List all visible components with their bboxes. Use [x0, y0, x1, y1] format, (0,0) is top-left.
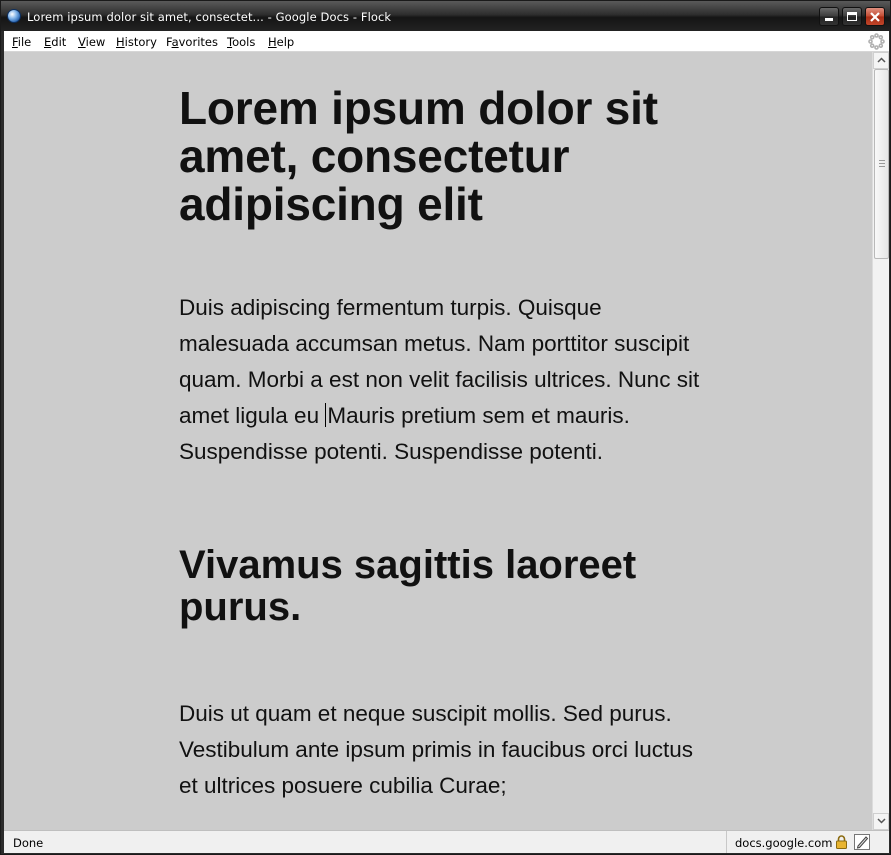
document-paragraph-2[interactable]: Duis ut quam et neque suscipit mollis. S…	[179, 696, 709, 804]
menu-history-accel: H	[116, 35, 125, 49]
menu-favorites-label: vorites	[178, 35, 218, 49]
menu-view-label: iew	[85, 35, 106, 49]
menu-file[interactable]: File	[12, 35, 31, 49]
maximize-button[interactable]	[842, 7, 862, 26]
document-heading-2[interactable]: Vivamus sagittis laoreet purus.	[179, 544, 709, 628]
close-button[interactable]	[865, 7, 885, 26]
vertical-scrollbar[interactable]	[872, 52, 889, 830]
menu-view[interactable]: View	[78, 35, 105, 49]
document-paragraph-1[interactable]: Duis adipiscing fermentum turpis. Quisqu…	[179, 290, 709, 470]
menu-help-label: elp	[276, 35, 295, 49]
document-content-area[interactable]: Lorem ipsum dolor sit amet, consectetur …	[4, 52, 872, 830]
lock-icon[interactable]	[835, 835, 848, 849]
edit-page-icon[interactable]	[853, 833, 871, 851]
menu-favorites-accel: a	[171, 35, 179, 49]
grip-icon	[879, 160, 885, 168]
throbber-icon	[868, 33, 885, 50]
menu-history[interactable]: History	[116, 35, 157, 49]
maximize-icon	[847, 12, 857, 21]
menu-tools[interactable]: Tools	[227, 35, 255, 49]
window-title: Lorem ipsum dolor sit amet, consectet...…	[27, 10, 392, 24]
minimize-button[interactable]	[819, 7, 839, 26]
document-heading-1[interactable]: Lorem ipsum dolor sit amet, consectetur …	[179, 84, 709, 228]
menu-favorites[interactable]: Favorites	[166, 35, 218, 49]
flock-globe-icon	[7, 9, 21, 23]
menu-history-label: istory	[124, 35, 157, 49]
menu-bar: File Edit View History Favorites Tools H…	[4, 31, 889, 52]
menu-tools-label: ools	[232, 35, 256, 49]
menu-view-accel: V	[78, 35, 86, 49]
chevron-down-icon	[876, 818, 886, 824]
status-text: Done	[13, 836, 44, 850]
menu-edit-label: dit	[51, 35, 67, 49]
status-host: docs.google.com	[735, 836, 833, 850]
title-bar[interactable]: Lorem ipsum dolor sit amet, consectet...…	[1, 1, 890, 31]
close-icon	[870, 12, 880, 22]
document-body[interactable]: Lorem ipsum dolor sit amet, consectetur …	[179, 84, 709, 804]
status-divider	[726, 831, 727, 853]
scroll-down-button[interactable]	[873, 813, 889, 830]
minimize-icon	[825, 18, 833, 21]
scroll-up-button[interactable]	[873, 52, 889, 69]
status-bar: Done docs.google.com	[4, 830, 889, 853]
menu-help[interactable]: Help	[268, 35, 294, 49]
menu-edit[interactable]: Edit	[44, 35, 66, 49]
chevron-up-icon	[876, 57, 886, 63]
browser-window: Lorem ipsum dolor sit amet, consectet...…	[0, 0, 891, 855]
menu-file-label: ile	[17, 35, 32, 49]
scrollbar-thumb[interactable]	[874, 69, 889, 259]
menu-help-accel: H	[268, 35, 277, 49]
